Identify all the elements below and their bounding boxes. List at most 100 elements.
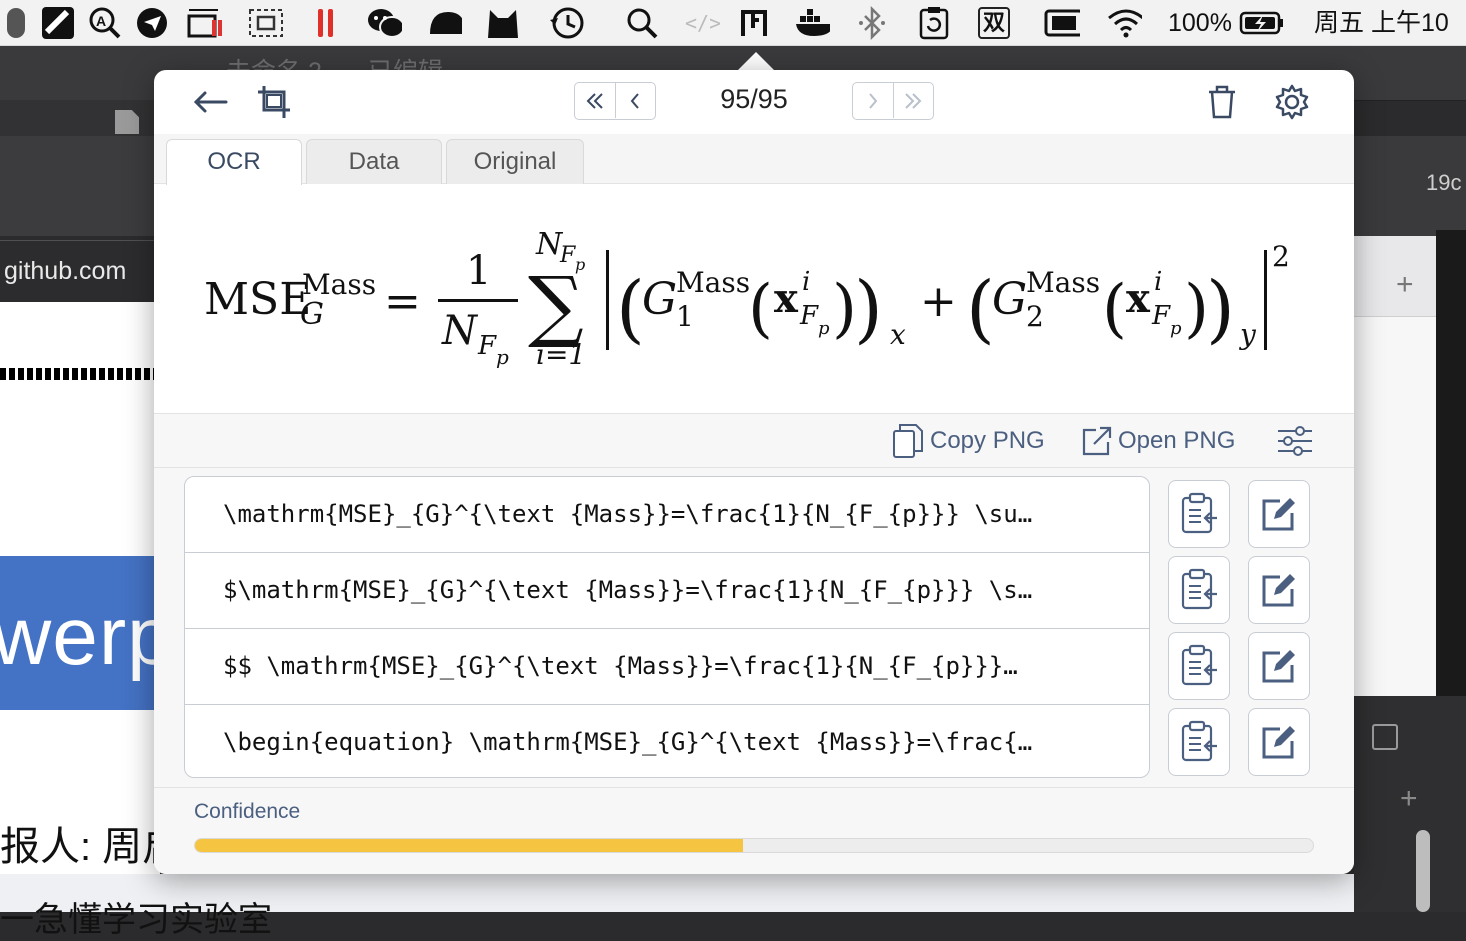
formula-sub-x: x: [890, 318, 906, 351]
clipboard-paste-icon: [1181, 720, 1217, 762]
last-page-button[interactable]: [892, 83, 934, 118]
app-pill-icon[interactable]: [0, 5, 34, 41]
screen-record-icon[interactable]: [186, 5, 222, 41]
battery-percentage: 100%: [1168, 9, 1232, 37]
copy-png-icon: [893, 424, 923, 458]
svg-text:</>: </>: [685, 11, 720, 35]
formula-x1-sub-f: F: [799, 301, 819, 331]
copy-png-button[interactable]: Copy PNG: [892, 424, 1045, 458]
clock[interactable]: 周五 上午10: [1314, 0, 1449, 46]
formula-paren-inner-open-2: (: [1102, 272, 1127, 346]
bluetooth-icon[interactable]: [854, 5, 890, 41]
confidence-bar-fill: [195, 839, 743, 852]
latex-results-area: \mathrm{MSE}_{G}^{\text {Mass}}=\frac{1}…: [154, 468, 1354, 788]
edit-result-button[interactable]: [1248, 708, 1310, 776]
browser-url: github.com: [4, 257, 127, 285]
bird-app-icon[interactable]: [134, 5, 170, 41]
slide-banner-text: werp: [0, 591, 160, 682]
spotlight-search-icon[interactable]: [624, 5, 660, 41]
formula-sub-y: y: [1238, 318, 1257, 351]
popover-pointer: [738, 52, 774, 70]
wechat-icon[interactable]: [366, 5, 402, 41]
slide-banner: werp: [0, 556, 160, 710]
clipboard-paste-icon: [1181, 644, 1217, 686]
copy-result-button[interactable]: [1168, 632, 1230, 700]
browser-address-bar[interactable]: github.com: [0, 240, 160, 303]
latex-results-list: \mathrm{MSE}_{G}^{\text {Mass}}=\frac{1}…: [184, 476, 1150, 778]
formula-x1-sup: i: [802, 267, 810, 297]
edit-icon: [1262, 498, 1295, 531]
formula-paren-open-2: (: [966, 266, 995, 352]
add-icon[interactable]: +: [1400, 782, 1418, 816]
open-external-icon: [1082, 426, 1112, 456]
copy-result-button[interactable]: [1168, 556, 1230, 624]
open-png-button[interactable]: Open PNG: [1080, 424, 1235, 458]
code-tag-icon[interactable]: </>: [684, 5, 720, 41]
clipboard-paste-icon: [1181, 492, 1217, 534]
formula-g-sub: G: [300, 297, 324, 332]
confidence-label: Confidence: [194, 800, 301, 823]
delete-button[interactable]: [1200, 80, 1244, 124]
search-app-icon[interactable]: A: [86, 5, 122, 41]
latex-result-row[interactable]: $$ \mathrm{MSE}_{G}^{\text {Mass}}=\frac…: [185, 628, 1149, 703]
formula-x2-sub-p: p: [1170, 318, 1182, 339]
formula-paren-close-2: ): [1206, 266, 1235, 352]
tool-app-icon[interactable]: [40, 5, 76, 41]
input-method-indicator[interactable]: 双: [978, 7, 1010, 39]
tab-data[interactable]: Data: [306, 139, 442, 184]
new-tab-icon[interactable]: +: [1396, 268, 1414, 302]
formula-paren-inner-open: (: [748, 272, 773, 346]
copy-result-button[interactable]: [1168, 480, 1230, 548]
wifi-icon[interactable]: [1106, 5, 1142, 41]
time-machine-icon[interactable]: [548, 5, 584, 41]
clipboard-history-icon[interactable]: [916, 5, 952, 41]
back-button[interactable]: [188, 80, 232, 124]
first-page-button[interactable]: [575, 83, 615, 118]
edit-icon: [1262, 650, 1295, 683]
formula-x2-sup: i: [1154, 267, 1162, 297]
render-settings-button[interactable]: [1276, 424, 1320, 458]
display-icon[interactable]: [1044, 5, 1080, 41]
scrollbar[interactable]: [1416, 830, 1430, 912]
next-page-button[interactable]: [853, 83, 893, 118]
edit-result-button[interactable]: [1248, 480, 1310, 548]
screenshot-icon[interactable]: [248, 5, 284, 41]
prev-navigation: [574, 82, 656, 120]
battery-charging-icon[interactable]: [1238, 5, 1286, 41]
formula-denominator-f: F: [477, 331, 497, 361]
formula-equals: =: [384, 276, 421, 327]
docker-icon[interactable]: [794, 5, 830, 41]
latex-result-row[interactable]: \mathrm{MSE}_{G}^{\text {Mass}}=\frac{1}…: [185, 477, 1149, 552]
edit-icon: [1262, 726, 1295, 759]
formula-g1-sub: 1: [676, 300, 694, 333]
settings-gear-icon[interactable]: [1270, 80, 1314, 124]
cat-app-icon[interactable]: [484, 5, 520, 41]
ocr-popover: 95/95 OCR Data Original MSE Mass G = 1 N…: [154, 70, 1354, 874]
mathpix-icon[interactable]: [736, 5, 772, 41]
formula-g1: G: [642, 274, 677, 325]
formula-g1-sup: Mass: [676, 266, 750, 299]
document-icon: [115, 110, 139, 134]
formula-sum-lower: i=1: [536, 338, 586, 371]
formula-power: 2: [1272, 240, 1290, 273]
edit-result-button[interactable]: [1248, 556, 1310, 624]
copy-result-button[interactable]: [1168, 708, 1230, 776]
pause-recording-icon[interactable]: [308, 5, 344, 41]
clipboard-paste-icon: [1181, 568, 1217, 610]
copy-png-label: Copy PNG: [930, 427, 1045, 454]
previous-page-button[interactable]: [614, 83, 656, 118]
formula-plus: +: [920, 276, 957, 327]
formula-g2-sup: Mass: [1026, 266, 1100, 299]
latex-result-row[interactable]: $\mathrm{MSE}_{G}^{\text {Mass}}=\frac{1…: [185, 552, 1149, 627]
edit-result-button[interactable]: [1248, 632, 1310, 700]
formula-x1-sub-p: p: [818, 318, 830, 339]
latex-result-row[interactable]: \begin{equation} \mathrm{MSE}_{G}^{\text…: [185, 704, 1149, 777]
crop-capture-button[interactable]: [252, 80, 296, 124]
rendered-formula: MSE Mass G = 1 N F p N F p ∑ i=1 ( G Mas…: [154, 184, 1354, 414]
cloud-app-icon[interactable]: [426, 5, 462, 41]
copy-icon[interactable]: [1372, 724, 1398, 750]
tab-ocr[interactable]: OCR: [166, 139, 302, 185]
tab-original[interactable]: Original: [446, 139, 584, 184]
page-counter: 95/95: [720, 84, 788, 114]
formula-g2-sub: 2: [1026, 300, 1044, 333]
